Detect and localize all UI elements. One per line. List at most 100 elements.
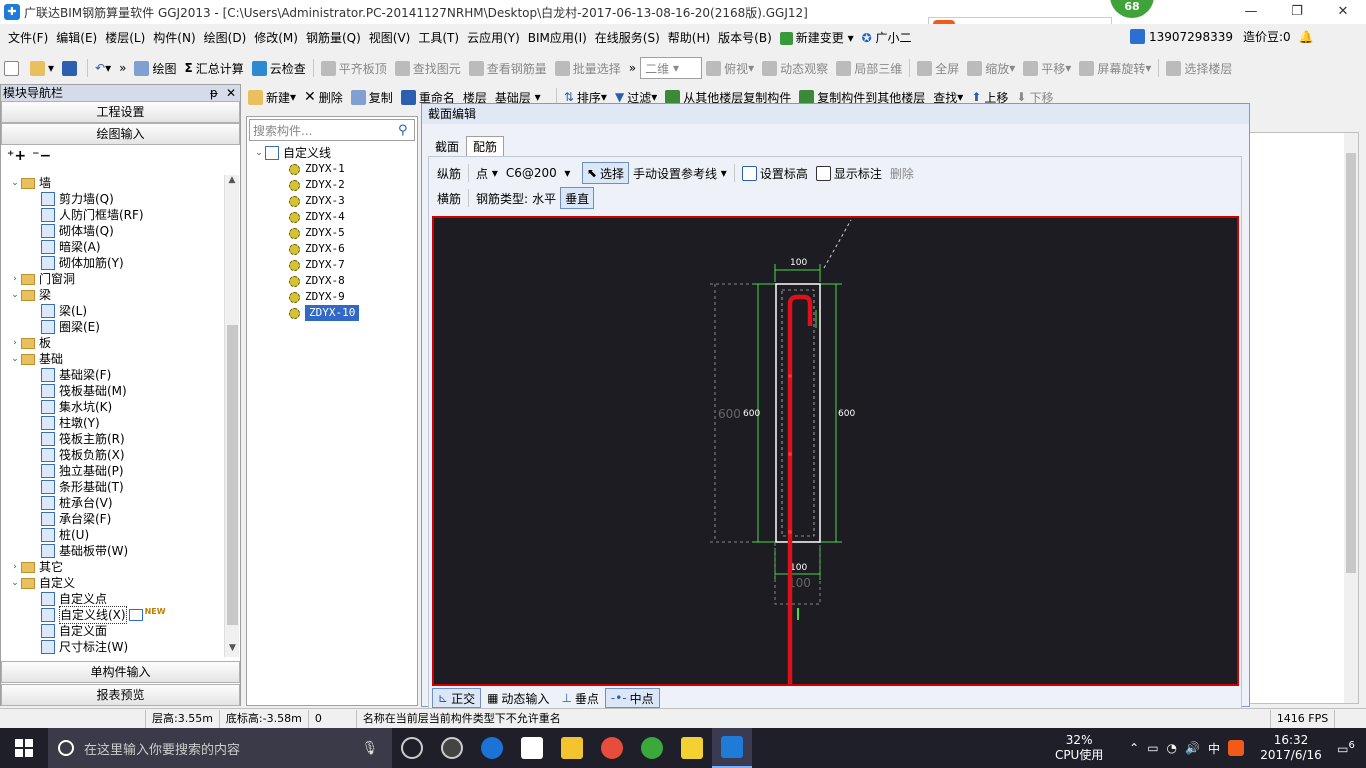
component-item-9[interactable]: ZDYX-9 — [247, 289, 417, 305]
tree-item-12[interactable]: 基础梁(F) — [1, 367, 225, 383]
tree-item-17[interactable]: 筏板负筋(X) — [1, 447, 225, 463]
tree-group-0[interactable]: ⌄ 墙 — [1, 175, 225, 191]
report-preview-button[interactable]: 报表预览 — [1, 684, 240, 706]
taskbar-app-explorer[interactable] — [552, 728, 592, 768]
rebar-point-3[interactable] — [788, 530, 792, 534]
show-label-button[interactable]: 显示标注 — [812, 162, 886, 184]
open-button[interactable]: ▾ — [26, 57, 58, 79]
rotate-button[interactable]: 屏幕旋转 ▾ — [1075, 57, 1155, 79]
midpoint-button[interactable]: ‑•‑ 中点 — [604, 688, 660, 708]
set-elevation-button[interactable]: 设置标高 — [738, 162, 812, 184]
menu-component[interactable]: 构件(N) — [149, 29, 199, 46]
tree-item-20[interactable]: 桩承台(V) — [1, 495, 225, 511]
menu-tools[interactable]: 工具(T) — [414, 29, 463, 46]
menu-file[interactable]: 文件(F) — [4, 29, 52, 46]
tree-item-22[interactable]: 桩(U) — [1, 527, 225, 543]
tray-ime[interactable]: 中 — [1208, 740, 1220, 757]
tree-caret-icon[interactable]: › — [9, 335, 21, 351]
single-component-input-button[interactable]: 单构件输入 — [1, 661, 240, 683]
save-button[interactable] — [58, 57, 84, 79]
menu-version[interactable]: 版本号(B) — [714, 29, 776, 46]
select-tool-button[interactable]: ⬉ 选择 — [581, 162, 629, 184]
section-outline[interactable] — [775, 283, 821, 543]
menu-online[interactable]: 在线服务(S) — [591, 29, 664, 46]
search-icon[interactable]: ⚲ — [398, 123, 414, 138]
right-scrollbar[interactable] — [1344, 133, 1358, 703]
ortho-button[interactable]: ⊾ 正交 — [432, 688, 482, 708]
tree-caret-icon[interactable]: ⌄ — [9, 351, 21, 367]
taskbar-app-edge[interactable] — [472, 728, 512, 768]
tree-item-5[interactable]: 砌体加筋(Y) — [1, 255, 225, 271]
select-floor-button[interactable]: 选择楼层 — [1162, 57, 1236, 79]
vertical-option[interactable]: 垂直 — [560, 187, 595, 209]
batch-select-button[interactable]: 批量选择 — [551, 57, 625, 79]
menu-new-change[interactable]: 新建变更 ▾ — [776, 29, 858, 46]
new-file-button[interactable] — [0, 57, 26, 79]
component-item-8[interactable]: ZDYX-8 — [247, 273, 417, 289]
component-item-6[interactable]: ZDYX-6 — [247, 241, 417, 257]
tree-caret-icon[interactable]: › — [9, 271, 21, 287]
tree-caret-icon[interactable]: ⌄ — [9, 575, 21, 591]
undo-button[interactable]: ↶ ▾ — [91, 57, 115, 79]
expand-all-icon[interactable]: ⁺+ — [7, 148, 26, 164]
top-view-button[interactable]: 俯视 ▾ — [702, 57, 758, 79]
tree-item-4[interactable]: 暗梁(A) — [1, 239, 225, 255]
component-item-4[interactable]: ZDYX-4 — [247, 209, 417, 225]
action-center-button[interactable]: ▭6 — [1326, 740, 1366, 756]
component-item-5[interactable]: ZDYX-5 — [247, 225, 417, 241]
tray-network-icon[interactable]: ▭ — [1147, 741, 1158, 755]
rebar-point-1[interactable] — [788, 374, 792, 378]
tree-group-24[interactable]: › 其它 — [1, 559, 225, 575]
tree-caret-icon[interactable]: ⌄ — [9, 175, 21, 191]
tree-group-10[interactable]: › 板 — [1, 335, 225, 351]
rebar-spec-select[interactable]: C6@200 ▾ — [502, 162, 582, 184]
taskbar-app-green[interactable] — [632, 728, 672, 768]
tree-caret-icon[interactable]: ⌄ — [9, 287, 21, 303]
notification-badge[interactable]: 68 — [1110, 0, 1154, 18]
tree-item-27[interactable]: 自定义线(X) NEW — [1, 606, 225, 624]
sum-button[interactable]: Σ 汇总计算 — [180, 57, 247, 79]
tray-wifi-icon[interactable]: ◔ — [1167, 741, 1177, 755]
tab-section[interactable]: 截面 — [428, 136, 466, 156]
taskbar-app-spiral[interactable] — [432, 728, 472, 768]
manual-ref-line-button[interactable]: 手动设置参考线 ▾ — [629, 162, 731, 184]
perpendicular-button[interactable]: ⊥ 垂点 — [555, 688, 604, 708]
tab-rebar[interactable]: 配筋 — [466, 136, 505, 156]
restore-button[interactable]: ❐ — [1274, 0, 1320, 24]
zoom-button[interactable]: 缩放 ▾ — [963, 57, 1019, 79]
cpu-usage[interactable]: 32% CPU使用 — [1049, 733, 1109, 763]
price-beans[interactable]: 造价豆:0 — [1243, 28, 1291, 45]
tree-item-28[interactable]: 自定义面 — [1, 623, 225, 639]
section-drawing-canvas[interactable]: 600 100 600 600 100 100 — [432, 216, 1239, 686]
tree-item-3[interactable]: 砌体墙(Q) — [1, 223, 225, 239]
menu-edit[interactable]: 编辑(E) — [52, 29, 101, 46]
tree-scrollbar[interactable]: ▲ ▼ — [224, 175, 239, 657]
draw-input-button[interactable]: 绘图输入 — [1, 123, 240, 145]
tree-group-7[interactable]: ⌄ 梁 — [1, 287, 225, 303]
tree-item-19[interactable]: 条形基础(T) — [1, 479, 225, 495]
taskbar-app-notes[interactable] — [672, 728, 712, 768]
delete-rebar-button[interactable]: 删除 — [886, 162, 918, 184]
pan-button[interactable]: 平移 ▾ — [1019, 57, 1075, 79]
view-rebar-button[interactable]: 查看钢筋量 — [465, 57, 551, 79]
horizontal-option[interactable]: 水平 — [532, 187, 560, 209]
menu-rebar-quantity[interactable]: 钢筋量(Q) — [302, 29, 365, 46]
component-item-2[interactable]: ZDYX-2 — [247, 177, 417, 193]
dynamic-input-button[interactable]: ▦ 动态输入 — [481, 688, 555, 708]
collapse-caret-icon[interactable]: ⌄ — [253, 145, 265, 161]
draw-button[interactable]: 绘图 — [130, 57, 180, 79]
menu-modify[interactable]: 修改(M) — [250, 29, 302, 46]
menu-bim[interactable]: BIM应用(I) — [524, 29, 591, 46]
phone-number[interactable]: 13907298339 — [1149, 30, 1233, 44]
tree-group-11[interactable]: ⌄ 基础 — [1, 351, 225, 367]
taskbar-search-input[interactable]: 在这里输入你要搜索的内容 🎙 — [48, 728, 392, 768]
start-button[interactable] — [0, 728, 48, 768]
tree-item-15[interactable]: 柱墩(Y) — [1, 415, 225, 431]
tree-item-23[interactable]: 基础板带(W) — [1, 543, 225, 559]
menu-view[interactable]: 视图(V) — [365, 29, 415, 46]
search-components-input[interactable]: 搜索构件... ⚲ — [249, 119, 415, 141]
tree-caret-icon[interactable]: › — [9, 559, 21, 575]
point-mode-select[interactable]: 点 ▾ — [472, 162, 502, 184]
menu-help[interactable]: 帮助(H) — [664, 29, 714, 46]
cloud-check-button[interactable]: 云检查 — [248, 57, 310, 79]
